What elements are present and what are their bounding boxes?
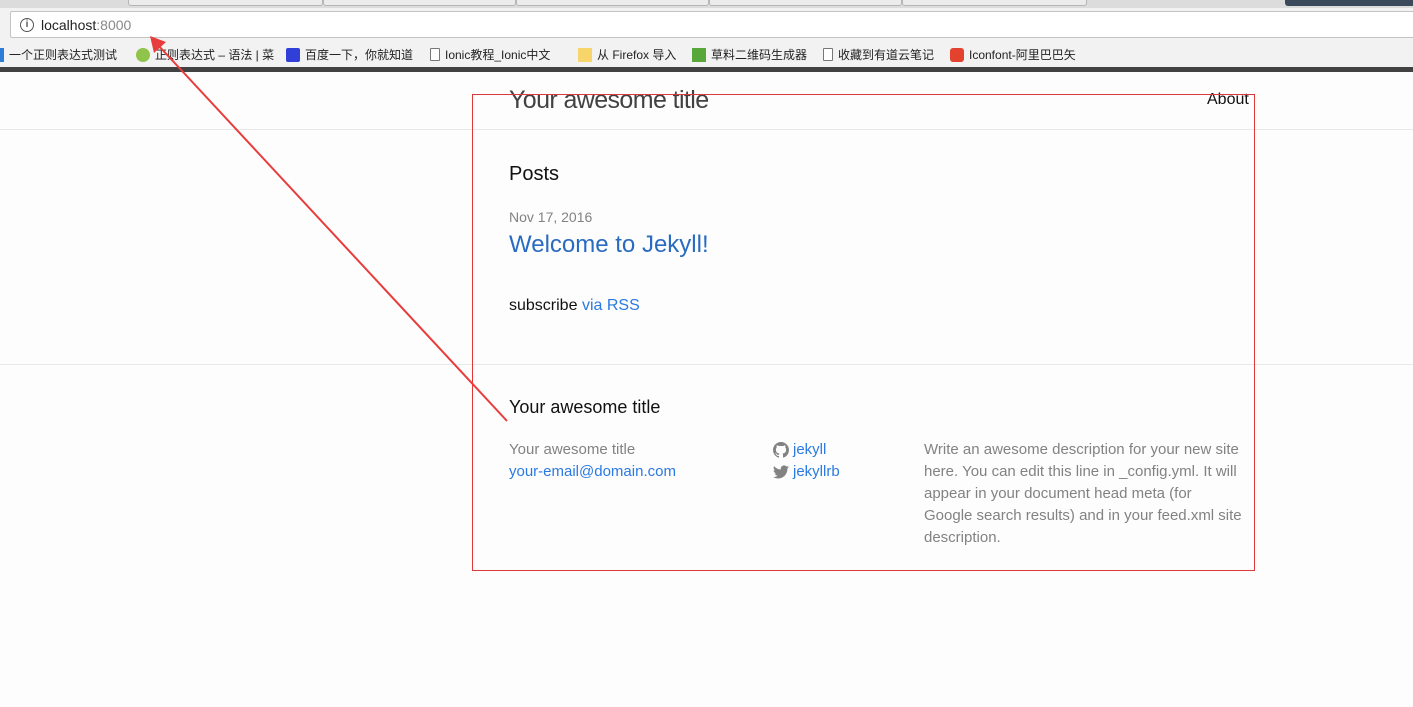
page-icon — [823, 48, 833, 61]
github-icon — [773, 442, 789, 458]
browser-profile-button[interactable] — [1285, 0, 1413, 6]
footer-divider — [0, 364, 1413, 365]
bookmark-label: Ionic教程_Ionic中文 — [445, 48, 551, 62]
twitter-icon — [773, 465, 789, 479]
post-date: Nov 17, 2016 — [509, 209, 593, 225]
address-bar[interactable]: i localhost:8000 — [10, 11, 1413, 38]
bookmark-label: 正则表达式 – 语法 | 菜 — [155, 48, 275, 62]
browser-tab[interactable] — [516, 0, 709, 6]
github-link[interactable]: jekyll — [793, 439, 826, 461]
footer-description: Write an awesome description for your ne… — [924, 441, 1242, 546]
bookmark-item[interactable]: 百度一下，你就知道 — [286, 46, 413, 63]
info-icon[interactable]: i — [20, 18, 34, 32]
url-host: localhost — [41, 17, 97, 33]
bookmark-item[interactable]: Iconfont-阿里巴巴矢 — [950, 46, 1076, 63]
url-port: :8000 — [96, 17, 132, 33]
bookmark-item[interactable]: 草料二维码生成器 — [692, 46, 807, 63]
folder-icon — [578, 47, 592, 62]
bookmark-label: 草料二维码生成器 — [711, 48, 808, 62]
page-top-border — [0, 67, 1413, 72]
bookmark-label: 收藏到有道云笔记 — [838, 48, 935, 62]
footer-email-link[interactable]: your-email@domain.com — [509, 463, 676, 480]
footer-contact: Your awesome title your-email@domain.com — [509, 439, 676, 483]
bookmark-favicon-icon — [0, 47, 4, 62]
post-title: Welcome to Jekyll! — [509, 231, 709, 259]
site-title[interactable]: Your awesome title — [509, 86, 709, 115]
bookmark-label: Iconfont-阿里巴巴矢 — [969, 48, 1076, 62]
bookmark-label: 百度一下，你就知道 — [305, 48, 414, 62]
browser-tab[interactable] — [128, 0, 323, 6]
bookmark-item[interactable]: Ionic教程_Ionic中文 — [428, 46, 550, 63]
bookmark-folder[interactable]: 从 Firefox 导入 — [578, 46, 676, 63]
bookmark-label: 一个正则表达式测试 — [9, 48, 118, 62]
bookmark-favicon-icon — [136, 47, 150, 62]
browser-toolbar: i localhost:8000 — [0, 8, 1413, 42]
bookmarks-bar: 一个正则表达式测试 正则表达式 – 语法 | 菜 百度一下，你就知道 Ionic… — [0, 42, 1413, 67]
browser-tab[interactable] — [902, 0, 1087, 6]
browser-tab[interactable] — [709, 0, 902, 6]
baidu-paw-icon — [286, 47, 300, 62]
iconfont-icon — [950, 47, 964, 62]
bookmark-item[interactable]: 正则表达式 – 语法 | 菜 — [136, 46, 274, 63]
qr-code-icon — [692, 47, 706, 62]
footer-name: Your awesome title — [509, 441, 636, 458]
page-icon — [430, 48, 440, 61]
nav-about-link[interactable]: About — [1207, 91, 1249, 109]
footer-heading: Your awesome title — [509, 397, 661, 417]
subscribe-line: subscribe via RSS — [509, 297, 640, 315]
bookmark-label: 从 Firefox 导入 — [597, 48, 677, 62]
bookmark-item[interactable]: 收藏到有道云笔记 — [821, 46, 934, 63]
subscribe-text: subscribe — [509, 297, 578, 314]
posts-heading: Posts — [509, 163, 560, 185]
footer-social: jekyll jekyllrb — [773, 439, 840, 483]
rss-link[interactable]: via RSS — [582, 297, 640, 314]
address-url[interactable]: localhost:8000 — [41, 17, 131, 33]
twitter-link[interactable]: jekyllrb — [793, 461, 840, 483]
browser-tab[interactable] — [323, 0, 516, 6]
post-title-link[interactable]: Welcome to Jekyll! — [509, 231, 709, 258]
bookmark-item[interactable]: 一个正则表达式测试 — [0, 46, 117, 63]
header-divider — [0, 129, 1413, 130]
browser-tab-strip — [0, 0, 1413, 8]
